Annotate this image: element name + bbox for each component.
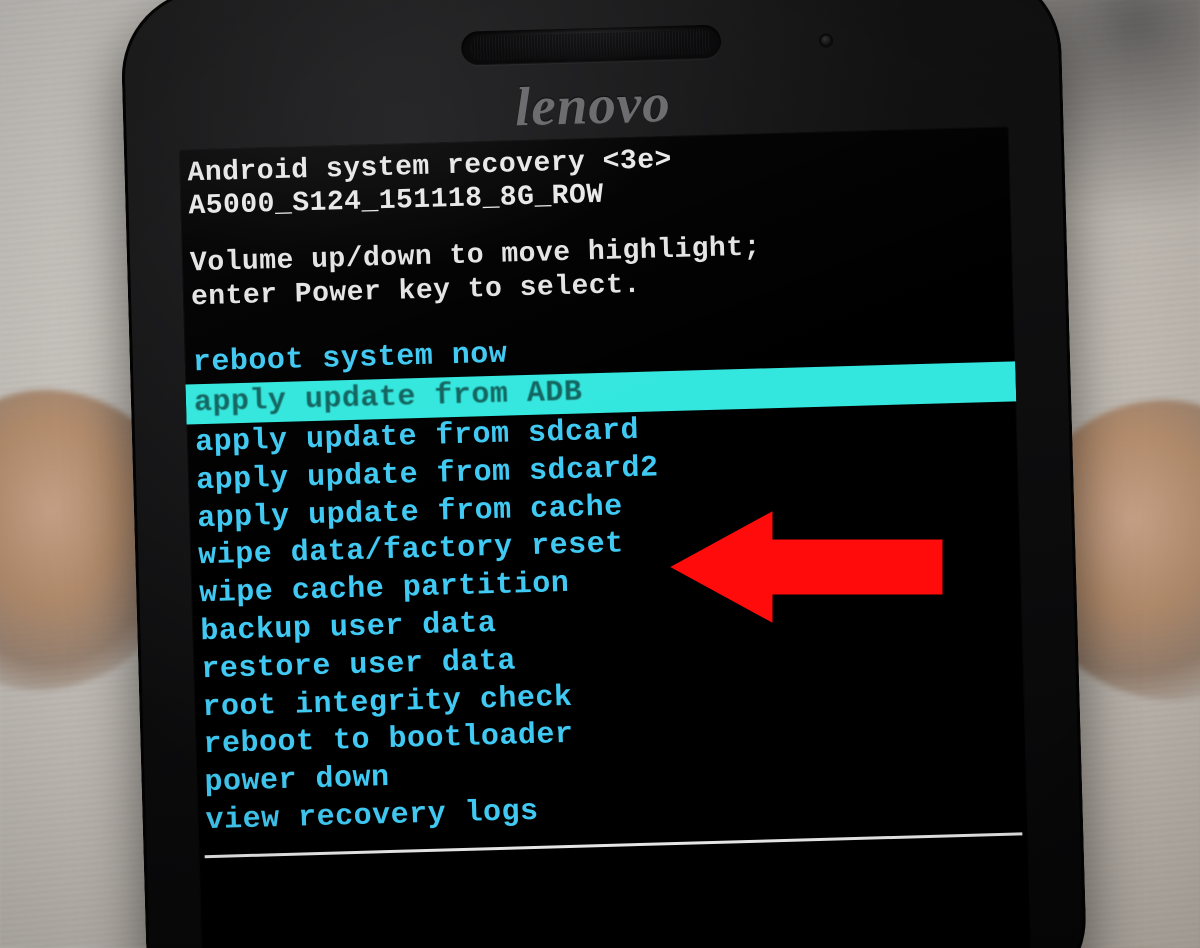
recovery-screen: Android system recovery <3e> A5000_S124_… bbox=[179, 126, 1032, 948]
speaker-grille bbox=[461, 24, 722, 65]
brand-logo: lenovo bbox=[514, 71, 671, 138]
recovery-menu[interactable]: reboot system now apply update from ADB … bbox=[184, 323, 1028, 841]
sensor-dot bbox=[821, 35, 831, 45]
phone-body: lenovo Android system recovery <3e> A500… bbox=[119, 0, 1088, 948]
